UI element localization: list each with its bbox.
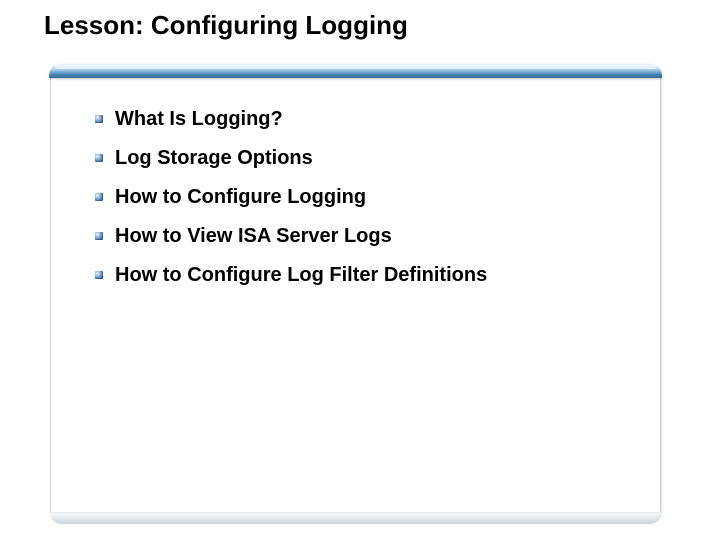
list-item: How to View ISA Server Logs <box>95 225 640 247</box>
panel-top-bar <box>49 64 662 78</box>
bullet-icon <box>95 154 103 162</box>
list-item: Log Storage Options <box>95 147 640 169</box>
panel-bottom-bar <box>50 512 661 523</box>
list-item: What Is Logging? <box>95 108 640 130</box>
list-item-label: Log Storage Options <box>115 147 313 169</box>
list-item-label: How to View ISA Server Logs <box>115 225 392 247</box>
bullet-icon <box>95 115 103 123</box>
page-title: Lesson: Configuring Logging <box>44 10 408 41</box>
list-item-label: What Is Logging? <box>115 108 283 130</box>
bullet-icon <box>95 271 103 279</box>
content-panel: What Is Logging? Log Storage Options How… <box>50 66 661 522</box>
list-item: How to Configure Logging <box>95 186 640 208</box>
list-item: How to Configure Log Filter Definitions <box>95 264 640 286</box>
bullet-list: What Is Logging? Log Storage Options How… <box>95 108 640 303</box>
list-item-label: How to Configure Logging <box>115 186 366 208</box>
list-item-label: How to Configure Log Filter Definitions <box>115 264 487 286</box>
slide: Lesson: Configuring Logging What Is Logg… <box>0 0 720 540</box>
bullet-icon <box>95 193 103 201</box>
bullet-icon <box>95 232 103 240</box>
